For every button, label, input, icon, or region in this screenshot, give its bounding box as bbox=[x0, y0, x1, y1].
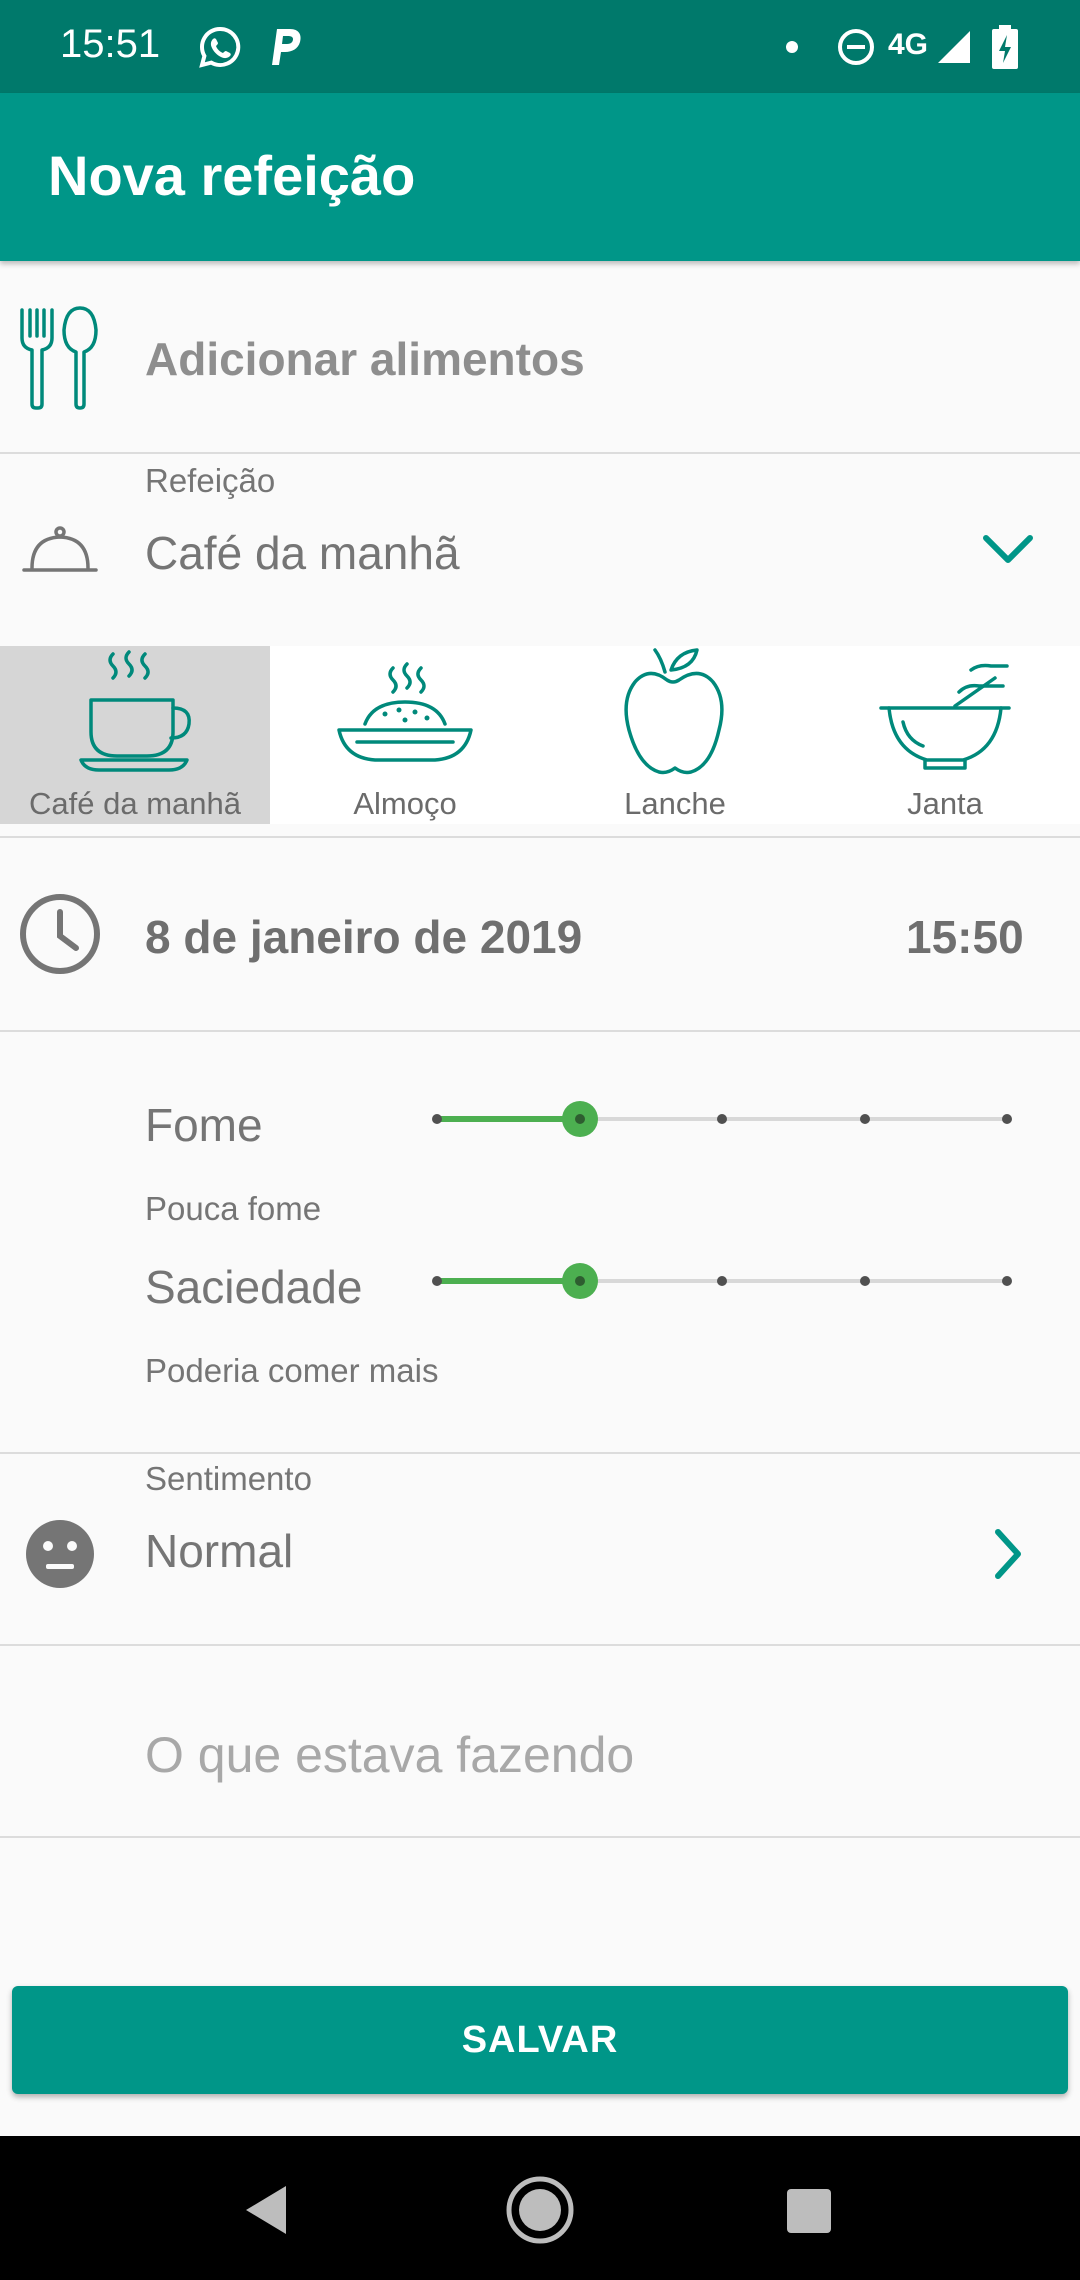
date-text[interactable]: 8 de janeiro de 2019 bbox=[145, 910, 582, 964]
slider-tick[interactable] bbox=[859, 1114, 870, 1124]
satiety-subtitle: Poderia comer mais bbox=[145, 1352, 439, 1389]
slider-tick[interactable] bbox=[717, 1114, 727, 1124]
slider-tick[interactable] bbox=[1002, 1276, 1012, 1286]
meal-option-dinner[interactable]: Janta bbox=[810, 646, 1080, 824]
meal-option-label: Café da manhã bbox=[29, 786, 241, 821]
whatsapp-icon bbox=[199, 26, 241, 68]
hunger-subtitle: Pouca fome bbox=[145, 1190, 322, 1227]
time-text[interactable]: 15:50 bbox=[906, 910, 1024, 964]
notification-dot-icon bbox=[786, 41, 798, 53]
meal-option-breakfast[interactable]: Café da manhã bbox=[0, 646, 270, 824]
feeling-row[interactable]: Sentimento Normal bbox=[0, 1454, 1080, 1644]
slider-thumb[interactable] bbox=[561, 1101, 598, 1137]
satiety-title: Saciedade bbox=[145, 1261, 363, 1313]
clock-icon bbox=[20, 894, 100, 974]
navigation-bar bbox=[0, 2136, 1080, 2280]
do-not-disturb-icon bbox=[838, 29, 874, 65]
neutral-face-icon bbox=[26, 1520, 94, 1588]
add-food-label: Adicionar alimentos bbox=[145, 333, 585, 385]
meal-caption: Refeição bbox=[145, 462, 276, 499]
slider-tick[interactable] bbox=[717, 1276, 727, 1286]
slider-thumb[interactable] bbox=[561, 1263, 598, 1299]
satiety-slider[interactable] bbox=[432, 1261, 1012, 1301]
battery-charging-icon bbox=[992, 25, 1018, 69]
network-type: 4G bbox=[888, 28, 929, 61]
slider-fill bbox=[437, 1278, 580, 1284]
meal-option-label: Janta bbox=[907, 786, 983, 821]
status-bar: 15:51 4G bbox=[0, 0, 1080, 93]
meal-option-lunch[interactable]: Almoço bbox=[270, 646, 540, 824]
activity-input[interactable] bbox=[145, 1720, 1025, 1790]
meal-option-label: Almoço bbox=[353, 786, 457, 821]
fork-spoon-icon bbox=[20, 306, 98, 410]
page-title: Nova refeição bbox=[48, 144, 416, 207]
status-time: 15:51 bbox=[60, 22, 161, 66]
feeling-caption: Sentimento bbox=[145, 1460, 312, 1497]
meal-value: Café da manhã bbox=[145, 527, 460, 579]
coffee-cup-icon bbox=[79, 650, 191, 772]
divider bbox=[0, 1836, 1080, 1838]
recent-apps-icon[interactable] bbox=[784, 2186, 834, 2236]
chevron-right-icon[interactable] bbox=[988, 1526, 1028, 1582]
hunger-slider[interactable] bbox=[432, 1099, 1012, 1139]
slider-tick[interactable] bbox=[859, 1276, 870, 1286]
bowl-icon bbox=[879, 663, 1011, 770]
cloche-icon bbox=[22, 526, 98, 572]
signal-icon bbox=[938, 31, 970, 63]
slider-tick[interactable] bbox=[432, 1114, 442, 1124]
hunger-title: Fome bbox=[145, 1099, 263, 1151]
chevron-down-icon[interactable] bbox=[980, 530, 1036, 570]
meal-option-label: Lanche bbox=[624, 786, 726, 821]
add-food-row[interactable]: Adicionar alimentos bbox=[0, 262, 1080, 452]
save-button[interactable]: SALVAR bbox=[12, 1986, 1068, 2094]
app-bar: Nova refeição bbox=[0, 93, 1080, 261]
p-app-icon bbox=[272, 29, 301, 65]
datetime-row[interactable]: 8 de janeiro de 2019 15:50 bbox=[0, 838, 1080, 1028]
plate-icon bbox=[337, 662, 473, 762]
apple-icon bbox=[624, 648, 724, 775]
feeling-value: Normal bbox=[145, 1525, 294, 1577]
slider-tick[interactable] bbox=[432, 1276, 442, 1286]
meal-type-strip: Café da manhã Almoço Lanche Janta bbox=[0, 646, 1080, 824]
slider-tick[interactable] bbox=[1002, 1114, 1012, 1124]
divider bbox=[0, 1030, 1080, 1032]
back-icon[interactable] bbox=[240, 2182, 292, 2238]
divider bbox=[0, 1644, 1080, 1646]
home-icon[interactable] bbox=[504, 2174, 576, 2246]
meal-option-snack[interactable]: Lanche bbox=[540, 646, 810, 824]
meal-select[interactable]: Refeição Café da manhã bbox=[0, 454, 1080, 644]
slider-fill bbox=[437, 1116, 580, 1122]
